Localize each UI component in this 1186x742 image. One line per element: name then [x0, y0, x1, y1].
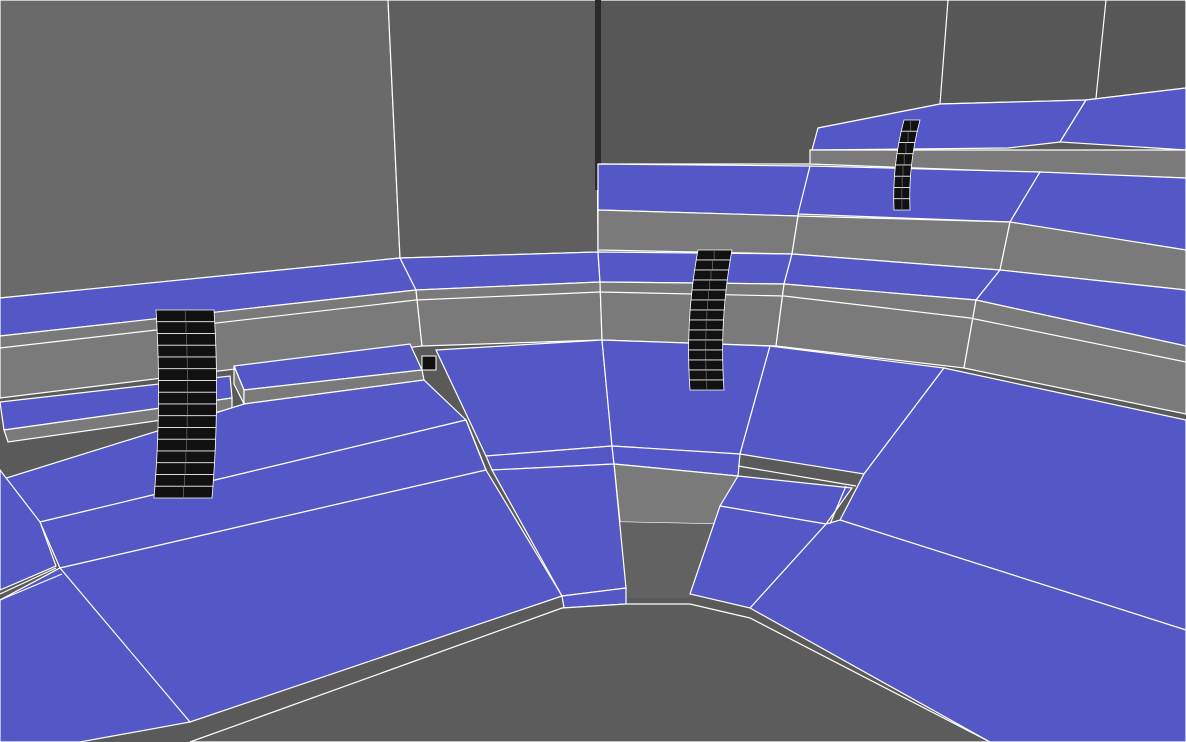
back-wall-center	[387, 0, 599, 259]
balcony-mid-center-fascia	[415, 281, 603, 347]
venue-wireframe-render[interactable]	[0, 0, 1186, 742]
balcony-right-seating-b	[797, 165, 1042, 223]
left-line-array[interactable]	[153, 309, 217, 499]
ledge-connector	[421, 355, 437, 371]
back-wall-left	[0, 0, 401, 299]
3d-viewport[interactable]	[0, 0, 1186, 742]
balcony-right-riser-a	[597, 209, 799, 255]
balcony-right-seating-a	[597, 163, 811, 217]
